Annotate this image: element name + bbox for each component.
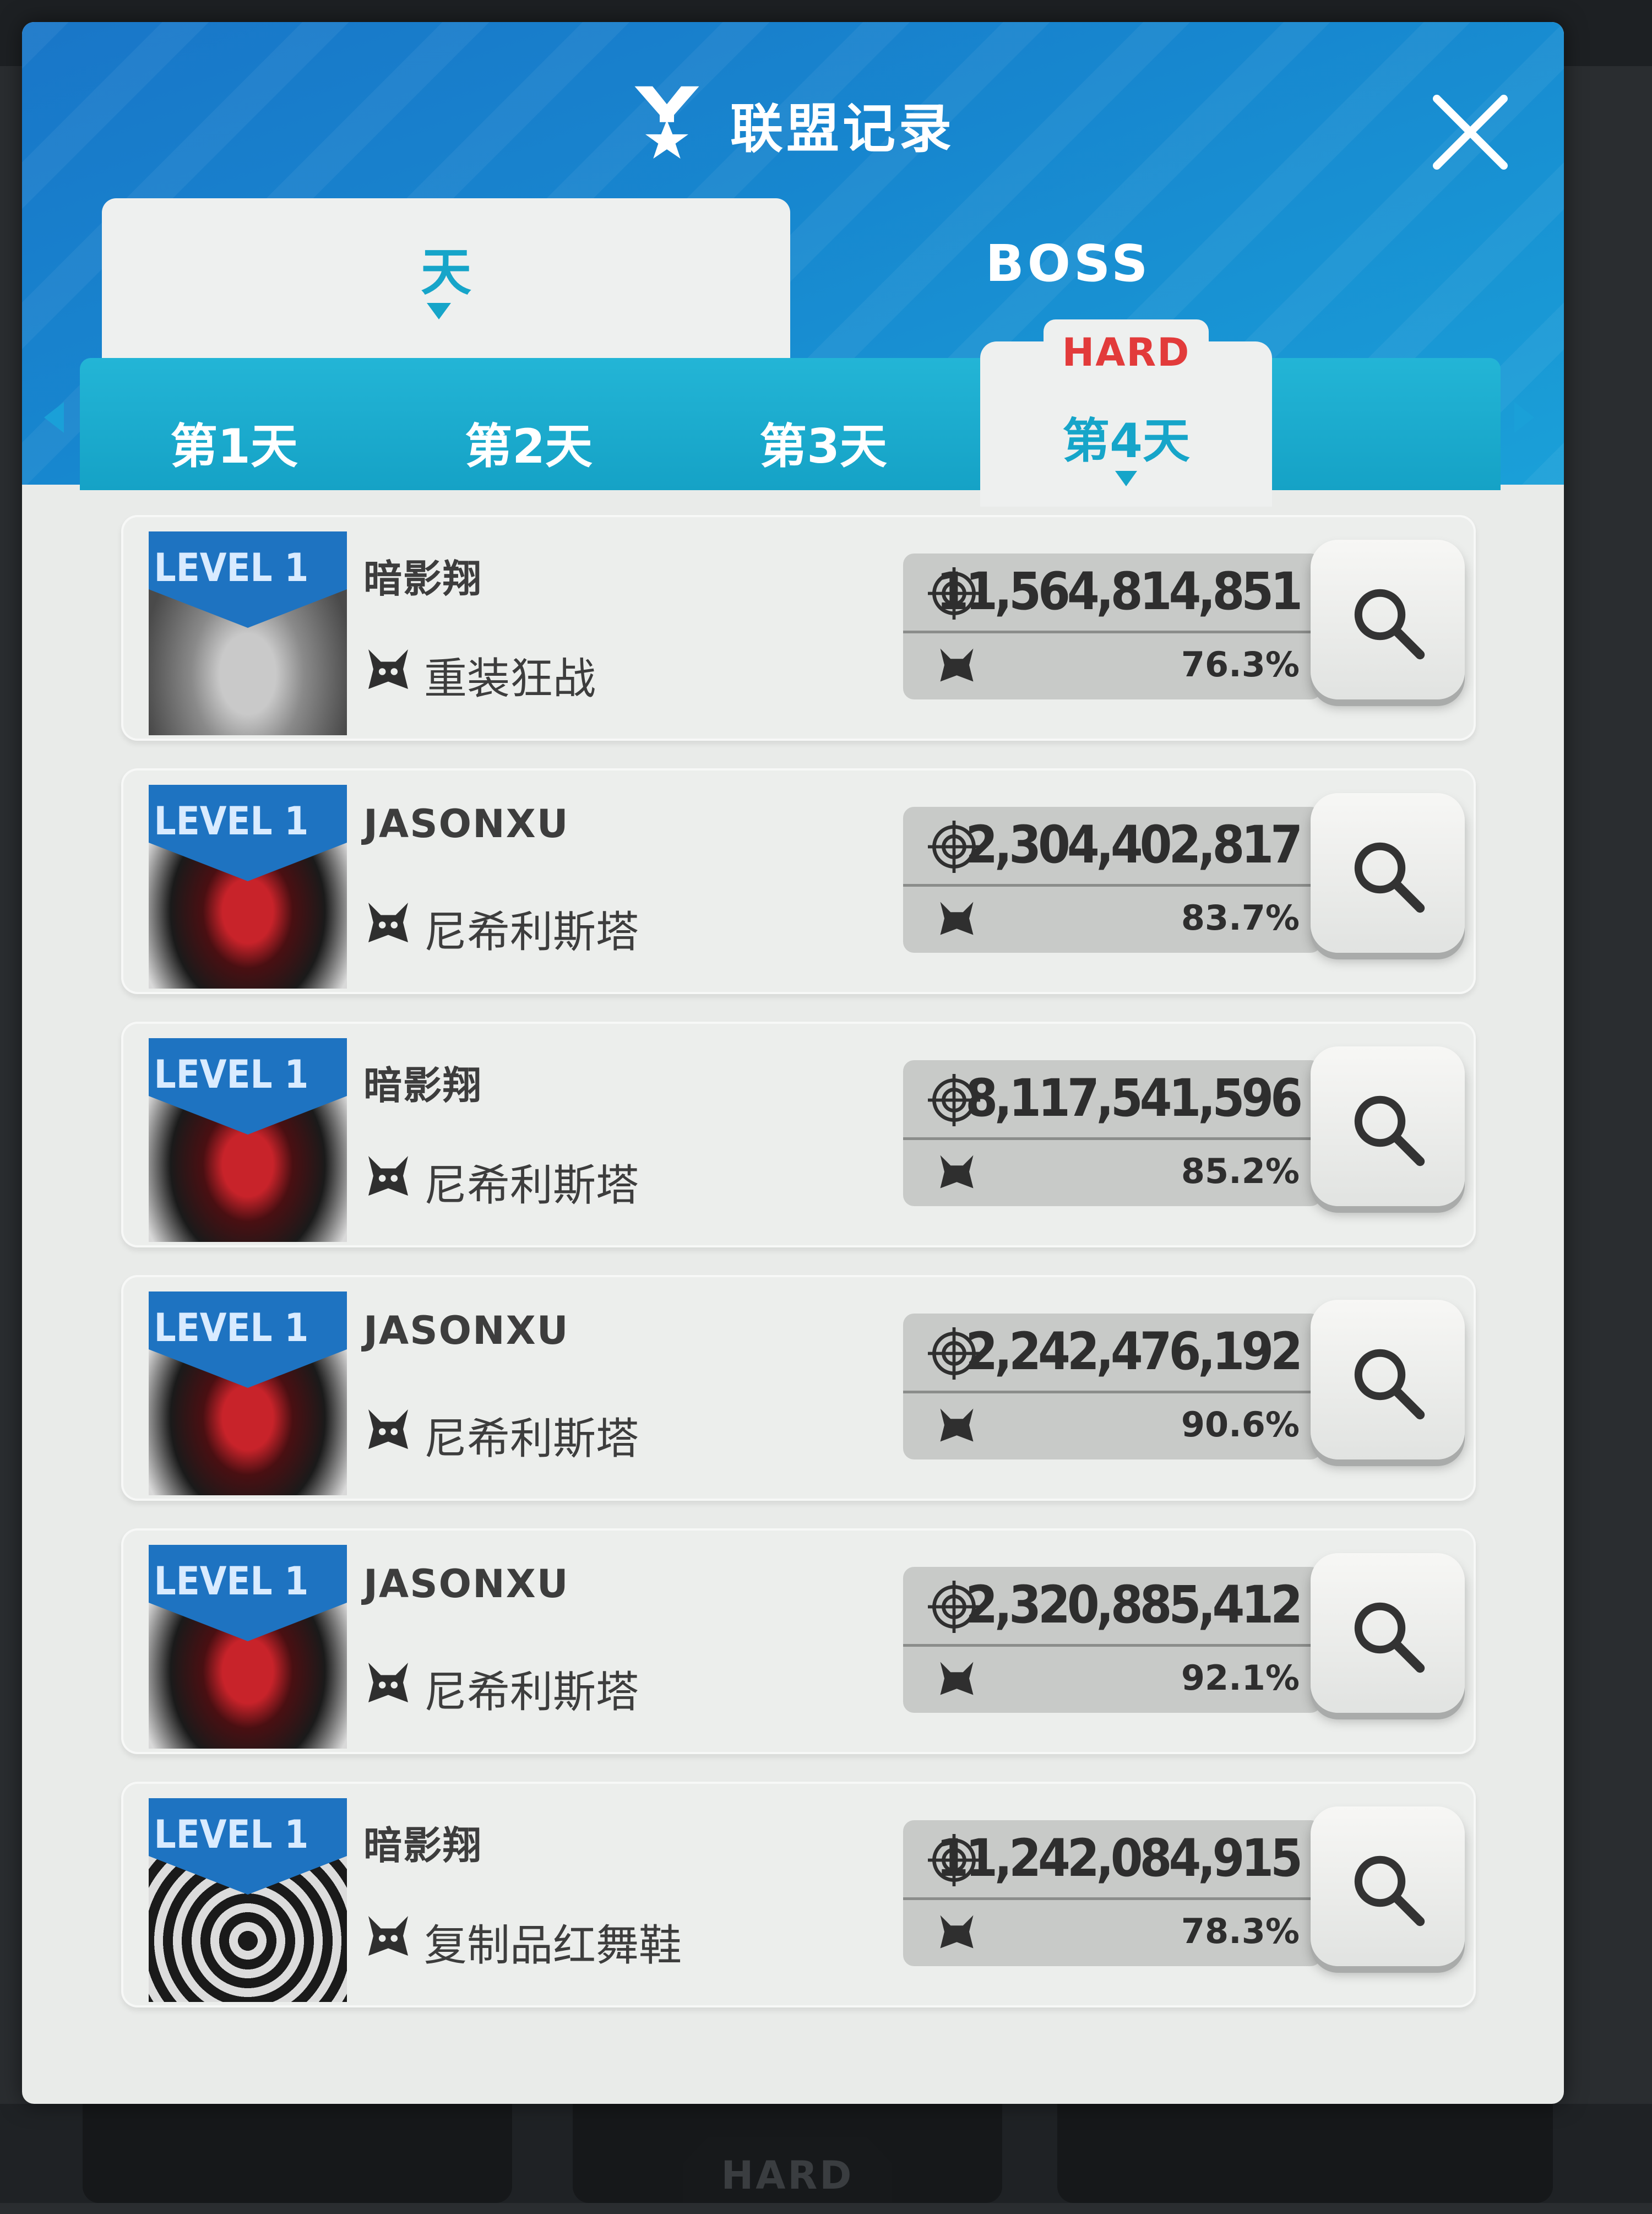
record-row: LEVEL 1 暗影翔 尼希利斯塔 8,117,541,596 85.2%: [121, 1022, 1476, 1247]
boss-portrait: LEVEL 1: [149, 1545, 347, 1749]
scroll-left-arrow-icon[interactable]: [44, 402, 64, 433]
boss-skull-icon: [368, 903, 408, 942]
level-label: LEVEL 1: [154, 1812, 309, 1857]
hard-badge: HARD: [1044, 319, 1209, 380]
boss-name: 尼希利斯塔: [424, 1668, 639, 1717]
tab-day-label: 天: [420, 243, 471, 302]
boss-skull-icon: [940, 1408, 974, 1442]
boss-portrait: LEVEL 1: [149, 1292, 347, 1495]
background-tab: [1057, 2098, 1553, 2203]
tab-indicator-icon: [1115, 471, 1137, 486]
boss-portrait: LEVEL 1: [149, 1038, 347, 1242]
damage-value: 2,242,476,192: [965, 1322, 1303, 1382]
level-label: LEVEL 1: [154, 1052, 309, 1097]
alliance-record-dialog: 联盟记录 天 BOSS 第1天 第2天 第3天 第4天 HARD LEVEL 1…: [22, 22, 1564, 2104]
stats-box: 11,242,084,915 78.3%: [903, 1820, 1322, 1966]
boss-skull-icon: [940, 648, 974, 682]
scroll-right-arrow-icon[interactable]: [1514, 402, 1534, 433]
tab-day[interactable]: 天: [102, 198, 790, 380]
stats-box: 2,320,885,412 92.1%: [903, 1567, 1322, 1713]
damage-value: 8,117,541,596: [965, 1068, 1303, 1128]
tab-indicator-icon: [427, 303, 451, 319]
boss-skull-icon: [940, 902, 974, 935]
magnifier-icon: [1354, 1855, 1425, 1927]
tab-day-1[interactable]: 第1天: [102, 408, 366, 476]
boss-skull-icon: [940, 1662, 974, 1695]
record-row: LEVEL 1 暗影翔 重装狂战 11,564,814,851 76.3%: [121, 515, 1476, 741]
tab-day-4-label: 第4天: [1062, 414, 1190, 469]
view-detail-button[interactable]: [1311, 540, 1465, 699]
view-detail-button[interactable]: [1311, 1806, 1465, 1966]
player-name: JASONXU: [363, 801, 569, 846]
day-tab-bar: 第1天 第2天 第3天: [80, 358, 1501, 490]
record-row: LEVEL 1 JASONXU 尼希利斯塔 2,304,402,817 83.7…: [121, 768, 1476, 994]
damage-value: 2,320,885,412: [965, 1575, 1303, 1635]
player-name: JASONXU: [363, 1561, 569, 1607]
damage-percent: 83.7%: [1181, 898, 1300, 938]
boss-name: 尼希利斯塔: [424, 1161, 639, 1211]
dialog-title: 联盟记录: [730, 97, 955, 160]
boss-skull-icon: [368, 1409, 408, 1449]
boss-skull-icon: [368, 1916, 408, 1956]
damage-percent: 90.6%: [1181, 1404, 1300, 1445]
stats-box: 2,304,402,817 83.7%: [903, 807, 1322, 953]
tab-day-2[interactable]: 第2天: [396, 408, 661, 476]
player-name: JASONXU: [363, 1308, 569, 1353]
damage-percent: 78.3%: [1181, 1911, 1300, 1951]
boss-portrait: LEVEL 1: [149, 531, 347, 735]
boss-name: 尼希利斯塔: [424, 1414, 639, 1464]
boss-skull-icon: [940, 1155, 974, 1189]
magnifier-icon: [1354, 842, 1425, 913]
boss-skull-icon: [368, 1663, 408, 1702]
boss-portrait: LEVEL 1: [149, 1798, 347, 2002]
player-name: 暗影翔: [363, 556, 482, 601]
record-row: LEVEL 1 JASONXU 尼希利斯塔 2,320,885,412 92.1…: [121, 1528, 1476, 1754]
player-name: 暗影翔: [363, 1063, 482, 1108]
magnifier-icon: [1354, 1602, 1425, 1673]
record-row: LEVEL 1 JASONXU 尼希利斯塔 2,242,476,192 90.6…: [121, 1275, 1476, 1501]
stats-box: 11,564,814,851 76.3%: [903, 554, 1322, 699]
level-label: LEVEL 1: [154, 1559, 309, 1604]
boss-name: 复制品红舞鞋: [424, 1921, 682, 1971]
level-label: LEVEL 1: [154, 545, 309, 590]
level-label: LEVEL 1: [154, 1305, 309, 1350]
close-icon[interactable]: [1426, 88, 1514, 176]
background-hard-label: HARD: [683, 2137, 892, 2203]
boss-skull-icon: [368, 649, 408, 689]
background-tab: [83, 2098, 512, 2203]
damage-percent: 76.3%: [1181, 644, 1300, 685]
magnifier-icon: [1354, 1349, 1425, 1420]
record-row: LEVEL 1 暗影翔 复制品红舞鞋 11,242,084,915 78.3%: [121, 1782, 1476, 2007]
view-detail-button[interactable]: [1311, 1553, 1465, 1713]
tab-day-3[interactable]: 第3天: [691, 408, 955, 476]
boss-skull-icon: [368, 1156, 408, 1196]
stats-box: 8,117,541,596 85.2%: [903, 1060, 1322, 1206]
magnifier-icon: [1354, 1095, 1425, 1166]
damage-value: 11,242,084,915: [936, 1828, 1303, 1889]
boss-portrait: LEVEL 1: [149, 785, 347, 989]
boss-name: 重装狂战: [424, 654, 596, 704]
stats-box: 2,242,476,192 90.6%: [903, 1314, 1322, 1459]
view-detail-button[interactable]: [1311, 1300, 1465, 1459]
damage-percent: 85.2%: [1181, 1151, 1300, 1191]
magnifier-icon: [1354, 589, 1425, 660]
boss-skull-icon: [940, 1915, 974, 1949]
view-detail-button[interactable]: [1311, 1046, 1465, 1206]
damage-percent: 92.1%: [1181, 1658, 1300, 1698]
level-label: LEVEL 1: [154, 799, 309, 844]
boss-name: 尼希利斯塔: [424, 908, 639, 957]
view-detail-button[interactable]: [1311, 793, 1465, 953]
damage-value: 2,304,402,817: [965, 815, 1303, 875]
tab-boss[interactable]: BOSS: [931, 234, 1206, 293]
damage-value: 11,564,814,851: [936, 562, 1303, 622]
player-name: 暗影翔: [363, 1823, 482, 1868]
alliance-emblem-icon: [634, 86, 699, 159]
